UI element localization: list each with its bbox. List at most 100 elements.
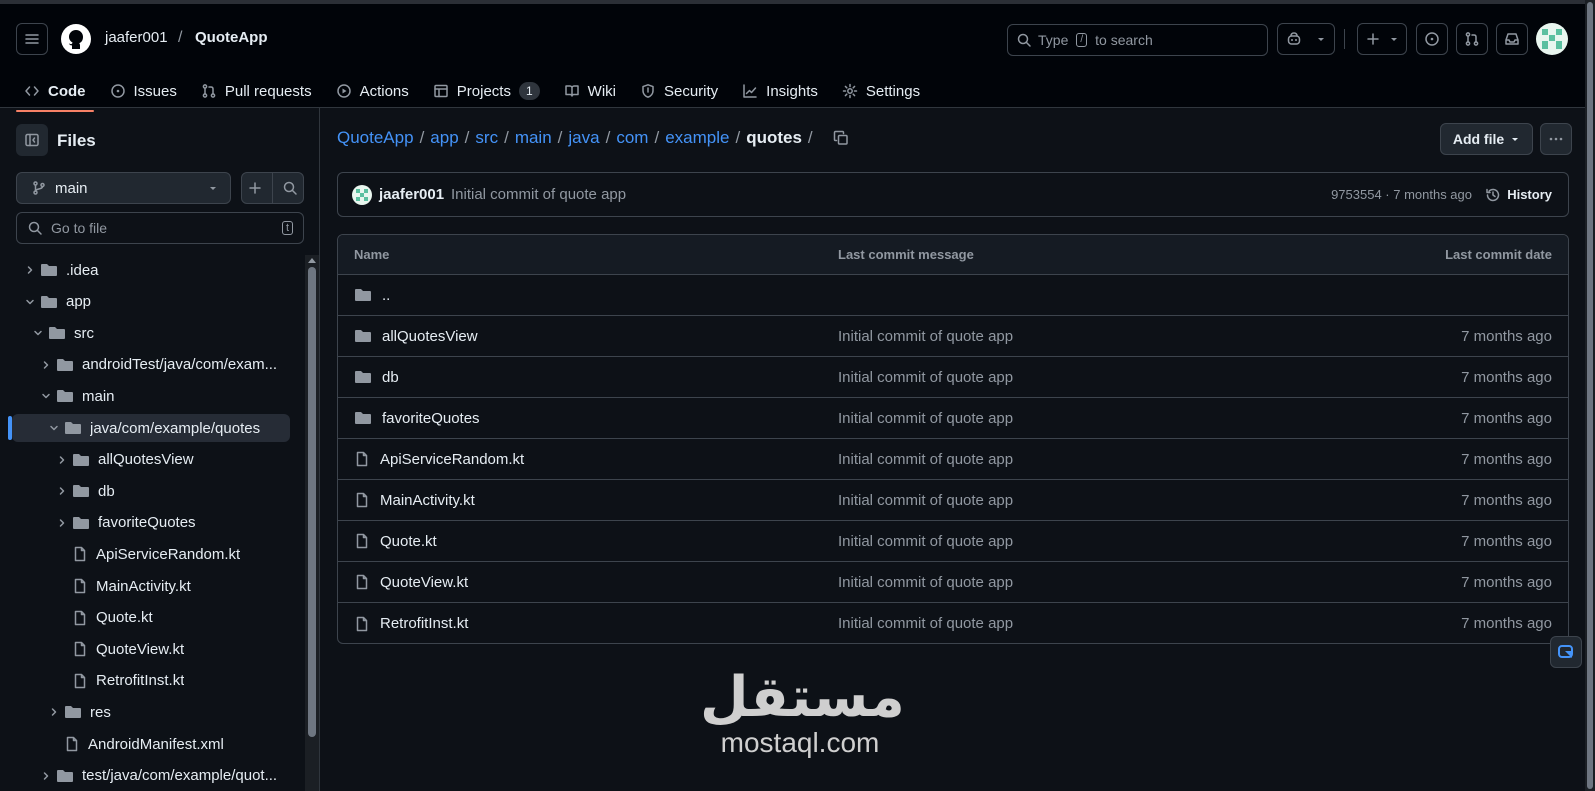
tree-item[interactable]: MainActivity.kt [0,572,290,600]
tree-item[interactable]: Quote.kt [0,604,290,632]
file-row[interactable]: ApiServiceRandom.kt Initial commit of quo… [338,439,1568,480]
tree-item[interactable]: db [0,477,290,505]
folder-icon [355,330,371,342]
file-commit-message[interactable]: Initial commit of quote app [838,533,1013,550]
user-avatar[interactable] [1536,23,1568,55]
file-name-link[interactable]: QuoteView.kt [380,574,468,591]
tree-item[interactable]: src [0,319,290,347]
history-button[interactable]: History [1485,187,1552,203]
breadcrumb-link[interactable]: src [475,128,498,148]
file-icon [356,533,368,549]
tab-security[interactable]: Security [632,72,726,110]
file-name-link[interactable]: MainActivity.kt [380,492,475,509]
file-row[interactable]: RetrofitInst.kt Initial commit of quote a… [338,603,1568,643]
tree-item[interactable]: allQuotesView [0,446,290,474]
breadcrumb-link[interactable]: main [515,128,552,148]
tab-settings[interactable]: Settings [834,72,928,110]
tab-actions[interactable]: Actions [328,72,417,110]
file-commit-message[interactable]: Initial commit of quote app [838,328,1013,345]
page-scrollbar[interactable] [1585,0,1595,791]
collapse-sidebar-button[interactable] [16,124,48,156]
inbox-button[interactable] [1496,23,1528,55]
tree-item[interactable]: res [0,698,290,726]
latest-commit-box: jaafer001 Initial commit of quote app 97… [337,172,1569,217]
tree-item[interactable]: AndroidManifest.xml [0,730,290,758]
chevron-down-icon [26,299,34,304]
tree-item[interactable]: test/java/com/example/quot... [0,762,290,790]
file-row[interactable]: Quote.kt Initial commit of quote app 7 mon… [338,521,1568,562]
file-commit-message[interactable]: Initial commit of quote app [838,410,1013,427]
search-files-button[interactable] [282,180,298,196]
file-commit-date: 7 months ago [1461,491,1552,509]
chevron-right-icon [59,455,65,464]
commit-sha-time[interactable]: 9753554 · 7 months ago [1331,187,1472,202]
tree-item-label: androidTest/java/com/exam... [82,356,278,374]
breadcrumb-link[interactable]: QuoteApp [337,128,414,148]
tree-item[interactable]: main [0,382,290,410]
add-file-tree-button[interactable] [247,180,263,196]
tab-insights[interactable]: Insights [734,72,826,110]
breadcrumb-link[interactable]: com [616,128,648,148]
pull-request-icon [202,84,216,98]
file-commit-message[interactable]: Initial commit of quote app [838,451,1013,468]
commit-message[interactable]: Initial commit of quote app [451,186,626,203]
page-scrollbar-thumb[interactable] [1587,2,1593,789]
file-name-link[interactable]: Quote.kt [380,533,437,550]
add-file-button[interactable]: Add file [1440,123,1533,155]
tree-scrollbar-thumb[interactable] [308,267,316,737]
more-options-button[interactable] [1540,123,1572,155]
tab-wiki[interactable]: Wiki [556,72,624,110]
file-name-link[interactable]: favoriteQuotes [382,410,480,427]
parent-directory-label[interactable]: .. [382,287,390,304]
file-row[interactable]: favoriteQuotes Initial commit of quote ap… [338,398,1568,439]
breadcrumb-separator: / [735,128,741,147]
tree-item[interactable]: RetrofitInst.kt [0,667,290,695]
file-name-link[interactable]: allQuotesView [382,328,478,345]
file-name-link[interactable]: RetrofitInst.kt [380,615,468,632]
hamburger-menu-button[interactable] [16,23,48,55]
tab-issues[interactable]: Issues [102,72,185,110]
breadcrumb-link[interactable]: example [665,128,729,148]
breadcrumb-link[interactable]: java [568,128,599,148]
go-to-file-input[interactable]: Go to file t [16,212,304,244]
tree-item[interactable]: java/com/example/quotes [8,414,290,442]
file-name-link[interactable]: ApiServiceRandom.kt [380,451,524,468]
commit-author[interactable]: jaafer001 [379,186,444,203]
tab-label: Settings [865,82,921,100]
issues-button[interactable] [1416,23,1448,55]
file-row[interactable]: QuoteView.kt Initial commit of quote app 7… [338,562,1568,603]
file-row[interactable]: allQuotesView Initial commit of quote app… [338,316,1568,357]
create-new-button[interactable] [1357,23,1407,55]
file-commit-message[interactable]: Initial commit of quote app [838,615,1013,632]
floating-feedback-button[interactable] [1550,636,1582,668]
tree-item[interactable]: ApiServiceRandom.kt [0,540,290,568]
repo-owner-link[interactable]: jaafer001 [105,29,168,46]
tree-item-label: src [74,324,94,342]
tree-scrollbar[interactable] [305,255,319,791]
file-row[interactable]: db Initial commit of quote app 7 months ag… [338,357,1568,398]
tree-item[interactable]: .idea [0,256,290,284]
search-input[interactable]: Type / to search [1007,24,1268,56]
tab-label: Code [48,82,86,100]
file-commit-message[interactable]: Initial commit of quote app [838,492,1013,509]
tab-projects[interactable]: Projects 1 [425,72,548,110]
copilot-button[interactable] [1277,23,1335,55]
tree-item[interactable]: app [0,288,290,316]
github-logo[interactable] [60,23,92,58]
tab-pull-requests[interactable]: Pull requests [193,72,320,110]
file-commit-message[interactable]: Initial commit of quote app [838,369,1013,386]
commit-author-avatar[interactable] [352,185,372,205]
tree-item[interactable]: QuoteView.kt [0,635,290,663]
tree-item[interactable]: androidTest/java/com/exam... [0,351,290,379]
tab-code[interactable]: Code [16,72,94,112]
pull-requests-button[interactable] [1456,23,1488,55]
breadcrumb-link[interactable]: app [430,128,458,148]
file-commit-message[interactable]: Initial commit of quote app [838,574,1013,591]
branch-selector[interactable]: main [16,172,231,204]
file-name-link[interactable]: db [382,369,399,386]
parent-directory-row[interactable]: .. [338,275,1568,316]
tree-item[interactable]: favoriteQuotes [0,509,290,537]
file-row[interactable]: MainActivity.kt Initial commit of quote a… [338,480,1568,521]
copy-path-button[interactable] [833,130,849,146]
repo-name-link[interactable]: QuoteApp [195,29,268,46]
